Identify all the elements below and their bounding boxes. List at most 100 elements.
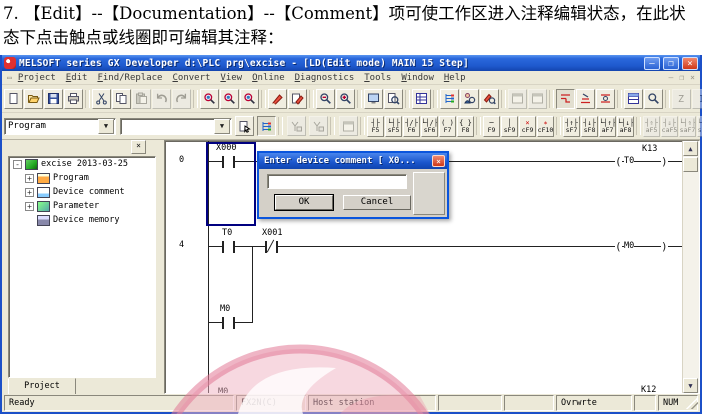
branch-contact-label[interactable]: M0 — [220, 305, 230, 314]
status-station: Host station — [308, 395, 436, 411]
expand-icon[interactable]: + — [25, 188, 34, 197]
ladder-symbol-sF8-button[interactable]: ┤↓├sF8 — [581, 116, 598, 137]
comment-input[interactable] — [267, 174, 407, 189]
block-select[interactable]: ▼ — [120, 118, 232, 135]
cancel-button[interactable]: Cancel — [343, 195, 411, 210]
comment-display-button[interactable] — [235, 116, 254, 136]
ladder-cursor — [206, 142, 256, 226]
chevron-down-icon[interactable]: ▼ — [98, 119, 114, 134]
menu-window[interactable]: Window — [396, 73, 439, 83]
close-panel-icon[interactable]: × — [131, 140, 146, 154]
ladder-symbol-F5-button[interactable]: ┤├F5 — [367, 116, 384, 137]
ladder-symbol-F8-button[interactable]: { }F8 — [457, 116, 474, 137]
find-device-button[interactable] — [200, 89, 219, 109]
resize-grip[interactable] — [686, 397, 698, 409]
ladder-symbol-cF10-button[interactable]: ∗cF10 — [537, 116, 554, 137]
project-tree-toggle-button[interactable] — [257, 116, 276, 136]
ladder-symbol-sF5-button[interactable]: └┤├sF5 — [385, 116, 402, 137]
zoom-out-button[interactable] — [316, 89, 335, 109]
copy-button[interactable] — [112, 89, 131, 109]
main-area: × -excise 2013-03-25+Program+Device comm… — [2, 140, 700, 394]
circuit-find-button[interactable] — [644, 89, 663, 109]
find-screen-button[interactable] — [384, 89, 403, 109]
mdi-minimize-button[interactable]: – — [666, 73, 677, 82]
minimize-button[interactable]: – — [644, 57, 660, 70]
tab-project[interactable]: Project — [8, 378, 76, 394]
ladder-symbol-aF8-button[interactable]: └┤↓├aF8 — [617, 116, 634, 137]
ladder-block-list-button[interactable] — [440, 89, 459, 109]
read-mode-button[interactable] — [576, 89, 595, 109]
statement-edit-button[interactable] — [288, 89, 307, 109]
dialog-close-icon[interactable]: × — [432, 155, 445, 167]
scroll-up-icon[interactable]: ▲ — [683, 141, 698, 156]
display-screen-button[interactable] — [364, 89, 383, 109]
rung1-step-number: 0 — [179, 156, 184, 165]
tree-item-device-comment[interactable]: + Device comment — [9, 185, 155, 199]
menu-project[interactable]: Project — [13, 73, 61, 83]
vertical-scrollbar[interactable]: ▲ ▼ — [682, 141, 699, 393]
open-project-button[interactable] — [24, 89, 43, 109]
rung1-coil-label[interactable]: T0 — [624, 157, 634, 166]
tree-item-parameter[interactable]: +Parameter — [9, 199, 155, 213]
comment-find-button[interactable] — [480, 89, 499, 109]
ladder-editor[interactable]: 0 X000 K13 ( T0 ) 4 T0 X001 ( M0 ) — [164, 140, 700, 394]
ladder-edit-mode-button[interactable] — [556, 89, 575, 109]
root-icon — [25, 159, 38, 170]
print-button[interactable] — [64, 89, 83, 109]
undo-icon — [155, 92, 168, 105]
rung2-line — [208, 246, 684, 247]
rung2-contact2-label[interactable]: X001 — [262, 229, 282, 238]
chevron-down-icon[interactable]: ▼ — [214, 119, 230, 134]
menu-tools[interactable]: Tools — [359, 73, 396, 83]
window-title: MELSOFT series GX Developer d:\PLC prg\e… — [19, 58, 641, 69]
maximize-button[interactable]: ❐ — [663, 57, 679, 70]
instruction-list-button[interactable] — [624, 89, 643, 109]
ladder-symbol-cF9-button[interactable]: ×cF9 — [519, 116, 536, 137]
ladder-symbol-F9-button[interactable]: ─F9 — [483, 116, 500, 137]
dialog-title-bar[interactable]: Enter device comment [ X0... × — [259, 153, 447, 169]
device-find-button[interactable] — [460, 89, 479, 109]
mdi-close-button[interactable]: × — [687, 73, 698, 82]
find-string-button[interactable] — [240, 89, 259, 109]
ladder-symbol-F7-button[interactable]: ( )F7 — [439, 116, 456, 137]
menu-view[interactable]: View — [215, 73, 247, 83]
tree-item-label: Device comment — [53, 187, 125, 197]
save-project-button[interactable] — [44, 89, 63, 109]
project-data-list-button[interactable] — [412, 89, 431, 109]
write-mode-button[interactable] — [596, 89, 615, 109]
find-instruction-button[interactable] — [220, 89, 239, 109]
new-file-button[interactable] — [4, 89, 23, 109]
zoom-in-button[interactable] — [336, 89, 355, 109]
cut-button[interactable] — [92, 89, 111, 109]
tree-item-project-root[interactable]: -excise 2013-03-25 — [9, 157, 155, 171]
program-select[interactable]: Program ▼ — [4, 118, 116, 135]
rung2-contact1-label[interactable]: T0 — [222, 229, 232, 238]
ladder-symbol-sF6-button[interactable]: └┤/├sF6 — [421, 116, 438, 137]
scroll-down-icon[interactable]: ▼ — [683, 378, 698, 393]
collapse-icon[interactable]: - — [13, 160, 22, 169]
mdi-restore-button[interactable]: ❐ — [676, 73, 687, 82]
expand-icon[interactable]: + — [25, 174, 34, 183]
menu-diagnostics[interactable]: Diagnostics — [290, 73, 360, 83]
bottom-rung-label[interactable]: M0 — [218, 388, 228, 394]
redo-icon — [175, 92, 188, 105]
menu-edit[interactable]: Edit — [61, 73, 93, 83]
ladder-symbol-sF9-button[interactable]: │sF9 — [501, 116, 518, 137]
tree-item-program[interactable]: +Program — [9, 171, 155, 185]
ladder-symbol-F6-button[interactable]: ┤/├F6 — [403, 116, 420, 137]
rung2-coil-label[interactable]: M0 — [624, 242, 634, 251]
menu-online[interactable]: Online — [247, 73, 290, 83]
menu-help[interactable]: Help — [439, 73, 471, 83]
ladder-symbol-sF7-button[interactable]: ┤↑├sF7 — [563, 116, 580, 137]
menu-find-replace[interactable]: Find/Replace — [92, 73, 167, 83]
close-button[interactable]: × — [682, 57, 698, 70]
paste-button — [132, 89, 151, 109]
tree-item-device-memory[interactable]: Device memory — [9, 213, 155, 227]
ladder-symbol-aF7-button[interactable]: └┤↑├aF7 — [599, 116, 616, 137]
scrollbar-thumb[interactable] — [683, 157, 698, 172]
menu-convert[interactable]: Convert — [167, 73, 215, 83]
ok-button[interactable]: OK — [275, 195, 333, 210]
expand-icon[interactable]: + — [25, 202, 34, 211]
comment-edit-button[interactable] — [268, 89, 287, 109]
toolbar-separator — [665, 90, 670, 108]
